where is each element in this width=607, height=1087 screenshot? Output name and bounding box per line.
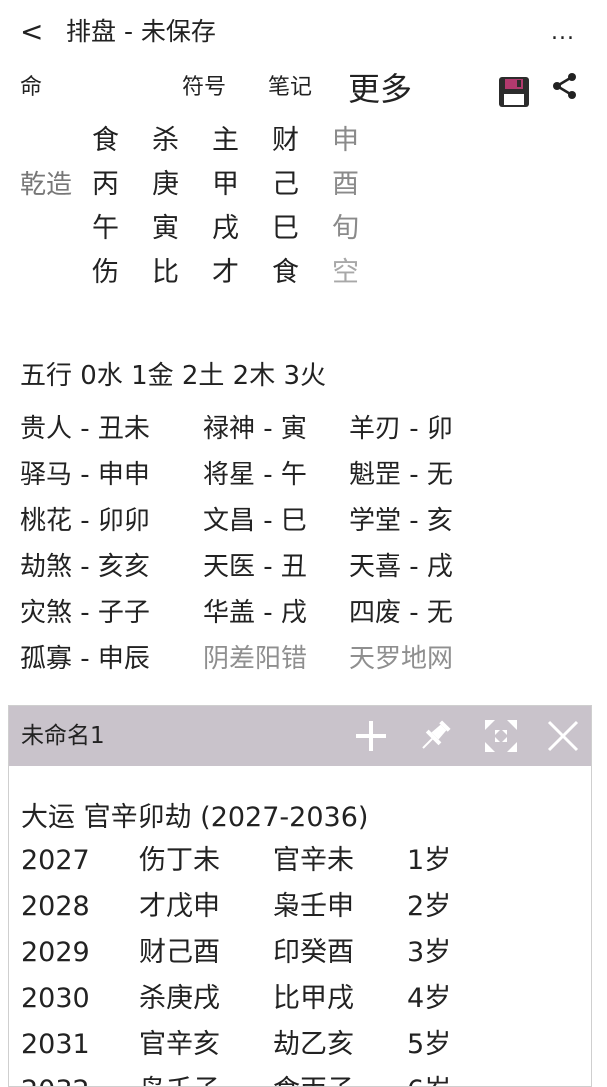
- year-pillar-b: 比甲戌: [273, 983, 354, 1014]
- chart-content: 乾造 食 杀 主 财 申 丙 庚 甲 己 酉 午 寅 戌 巳 旬 伤 比 才 食…: [0, 112, 607, 702]
- pillar-cell: 酉: [332, 169, 359, 200]
- pillar-cell: 旬: [332, 213, 359, 244]
- year-cell: 2030: [21, 983, 90, 1014]
- expand-icon[interactable]: [481, 716, 521, 756]
- age-cell: 1岁: [407, 845, 452, 876]
- year-pillar-a: 伤丁未: [139, 845, 220, 876]
- shensha-row: 贵人 - 丑未 禄神 - 寅 羊刃 - 卯: [20, 406, 499, 452]
- year-row: 2032 枭壬子 食丙子 6岁: [21, 1068, 581, 1086]
- year-cell: 2031: [21, 1029, 90, 1060]
- pillar-label: 乾造: [20, 170, 73, 200]
- save-icon[interactable]: [496, 74, 532, 110]
- pillar-cell: 寅: [152, 213, 179, 244]
- shensha-item: 天喜 - 戌: [349, 552, 453, 582]
- shensha-item: 学堂 - 亥: [349, 506, 453, 536]
- shensha-item: 将星 - 午: [203, 460, 307, 490]
- pillar-cell: 才: [212, 257, 239, 288]
- year-row: 2028 才戊申 枭壬申 2岁: [21, 884, 581, 930]
- pillar-cell: 午: [92, 213, 119, 244]
- menu-item-symbols[interactable]: 符号: [182, 72, 226, 104]
- plus-icon[interactable]: [351, 716, 391, 756]
- year-pillar-a: 杀庚戌: [139, 983, 220, 1014]
- year-pillar-a: 财己酉: [139, 937, 220, 968]
- year-cell: 2029: [21, 937, 90, 968]
- five-elements-summary: 五行 0水 1金 2土 2木 3火: [20, 361, 327, 391]
- pillar-cell: 庚: [152, 169, 179, 200]
- pillar-cell: 食: [272, 257, 299, 288]
- menu-item-ming[interactable]: 命: [20, 72, 42, 104]
- shensha-item: 孤寡 - 申辰: [20, 644, 150, 674]
- shensha-item: 阴差阳错: [203, 644, 308, 674]
- year-pillar-a: 枭壬子: [139, 1068, 273, 1086]
- shensha-item: 天罗地网: [349, 644, 454, 674]
- pillar-cell: 丙: [92, 169, 119, 200]
- shensha-row: 灾煞 - 子子 华盖 - 戌 四废 - 无: [20, 590, 499, 636]
- shensha-item: 魁罡 - 无: [349, 460, 453, 490]
- year-row: 2031 官辛亥 劫乙亥 5岁: [21, 1022, 581, 1068]
- pillar-cell: 戌: [212, 213, 239, 244]
- shensha-item: 四废 - 无: [349, 598, 453, 628]
- pillar-cell: 比: [152, 257, 179, 288]
- shensha-item: 天医 - 丑: [203, 552, 307, 582]
- year-pillar-a: 才戊申: [139, 891, 220, 922]
- shensha-item: 灾煞 - 子子: [20, 598, 150, 628]
- panel-header[interactable]: 未命名1: [9, 706, 591, 766]
- pillar-cell: 财: [272, 125, 299, 156]
- close-icon[interactable]: [543, 716, 583, 756]
- pillar-cell: 伤: [92, 257, 119, 288]
- page-title: 排盘 - 未保存: [66, 17, 216, 46]
- dayun-line: 大运 官辛卯劫 (2027-2036): [21, 802, 369, 833]
- floating-panel: 未命名1 大运 官辛卯劫 (2027-2036) 2027 伤丁未 官辛未 1岁…: [8, 705, 592, 1087]
- age-cell: 6岁: [407, 1068, 497, 1086]
- year-row: 2029 财己酉 印癸酉 3岁: [21, 930, 581, 976]
- age-cell: 2岁: [407, 891, 452, 922]
- shensha-item: 贵人 - 丑未: [20, 414, 150, 444]
- shensha-row: 桃花 - 卯卯 文昌 - 巳 学堂 - 亥: [20, 498, 499, 544]
- pin-icon[interactable]: [415, 716, 455, 756]
- pillar-cell: 巳: [272, 213, 299, 244]
- year-pillar-a: 官辛亥: [139, 1029, 220, 1060]
- year-cell: 2032: [21, 1068, 139, 1086]
- year-pillar-b: 枭壬申: [273, 891, 354, 922]
- share-icon[interactable]: [548, 70, 582, 104]
- overflow-menu-button[interactable]: ...: [551, 18, 575, 48]
- shensha-row: 劫煞 - 亥亥 天医 - 丑 天喜 - 戌: [20, 544, 499, 590]
- shensha-item: 禄神 - 寅: [203, 414, 307, 444]
- year-cell: 2027: [21, 845, 90, 876]
- pillars-grid: 食 杀 主 财 申 丙 庚 甲 己 酉 午 寅 戌 巳 旬 伤 比 才 食 空: [92, 119, 392, 295]
- menu-item-notes[interactable]: 笔记: [268, 72, 312, 104]
- menu-item-more[interactable]: 更多: [348, 69, 412, 109]
- shensha-row: 孤寡 - 申辰 阴差阳错 天罗地网: [20, 636, 499, 682]
- pillar-cell: 主: [212, 125, 239, 156]
- year-pillar-b: 印癸酉: [273, 937, 354, 968]
- year-pillar-b: 食丙子: [273, 1068, 407, 1086]
- pillar-cell: 空: [332, 257, 359, 288]
- shensha-item: 羊刃 - 卯: [349, 414, 453, 444]
- year-row: 2030 杀庚戌 比甲戌 4岁: [21, 976, 581, 1022]
- panel-body: 大运 官辛卯劫 (2027-2036) 2027 伤丁未 官辛未 1岁 2028…: [21, 798, 581, 1086]
- year-pillar-b: 劫乙亥: [273, 1029, 354, 1060]
- shensha-item: 劫煞 - 亥亥: [20, 552, 150, 582]
- shensha-item: 华盖 - 戌: [203, 598, 307, 628]
- age-cell: 5岁: [407, 1029, 452, 1060]
- menu-bar: 命 符号 笔记 更多: [0, 64, 590, 112]
- pillar-cell: 杀: [152, 125, 179, 156]
- title-bar: < 排盘 - 未保存 ...: [0, 0, 607, 64]
- year-row: 2027 伤丁未 官辛未 1岁: [21, 838, 581, 884]
- shensha-table: 贵人 - 丑未 禄神 - 寅 羊刃 - 卯 驿马 - 申申 将星 - 午 魁罡 …: [20, 406, 499, 682]
- pillar-cell: 食: [92, 125, 119, 156]
- year-pillar-b: 官辛未: [273, 845, 354, 876]
- year-cell: 2028: [21, 891, 90, 922]
- shensha-item: 驿马 - 申申: [20, 460, 150, 490]
- pillar-cell: 申: [332, 125, 359, 156]
- shensha-item: 文昌 - 巳: [203, 506, 307, 536]
- back-button[interactable]: <: [20, 14, 43, 50]
- shensha-item: 桃花 - 卯卯: [20, 506, 150, 536]
- age-cell: 4岁: [407, 983, 452, 1014]
- panel-title: 未命名1: [21, 723, 105, 749]
- shensha-row: 驿马 - 申申 将星 - 午 魁罡 - 无: [20, 452, 499, 498]
- pillar-cell: 甲: [212, 169, 239, 200]
- pillar-cell: 己: [272, 169, 299, 200]
- age-cell: 3岁: [407, 937, 452, 968]
